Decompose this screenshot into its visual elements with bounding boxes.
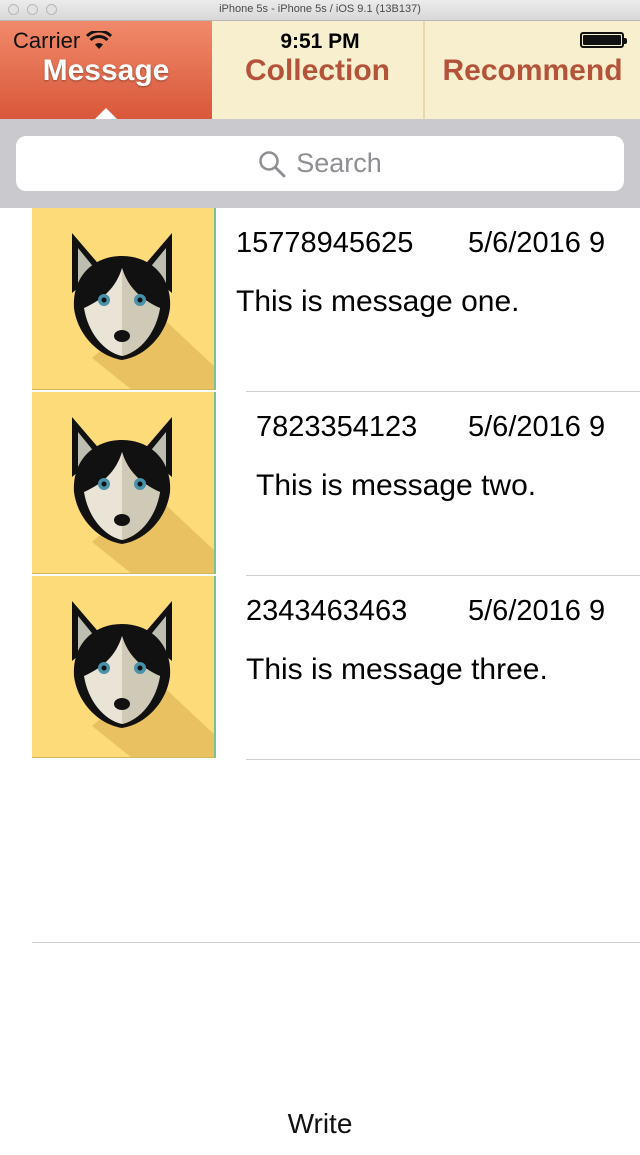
message-date: 5/6/2016 9 <box>468 595 606 627</box>
battery-level <box>583 35 621 45</box>
message-row[interactable]: 2343463463 5/6/2016 9 This is message th… <box>0 576 640 760</box>
row-divider <box>246 759 640 760</box>
search-placeholder: Search <box>296 148 382 178</box>
message-row[interactable]: 15778945625 5/6/2016 9 This is message o… <box>0 208 640 392</box>
window-title: iPhone 5s - iPhone 5s / iOS 9.1 (13B137) <box>219 3 421 15</box>
wifi-icon <box>86 31 113 49</box>
message-phone: 2343463463 <box>246 595 408 627</box>
avatar <box>32 208 216 390</box>
tab-message-label: Message <box>42 54 170 87</box>
message-date: 5/6/2016 9 <box>468 227 606 259</box>
carrier-label: Carrier <box>13 28 81 53</box>
status-carrier: Carrier <box>13 28 113 54</box>
search-icon <box>259 150 286 177</box>
husky-avatar-icon <box>72 417 214 573</box>
search-bar: Search <box>0 119 640 208</box>
husky-avatar-icon <box>72 233 214 389</box>
tab-collection[interactable]: Collection <box>212 21 425 119</box>
battery-cap <box>624 38 627 44</box>
message-date: 5/6/2016 9 <box>468 411 606 443</box>
tab-recommend-label: Recommend <box>442 54 623 87</box>
tab-collection-label: Collection <box>244 54 390 87</box>
message-row[interactable]: 7823354123 5/6/2016 9 This is message tw… <box>0 392 640 576</box>
battery-icon <box>580 32 627 48</box>
message-text: This is message one. <box>236 285 520 318</box>
search-input[interactable]: Search <box>16 136 624 191</box>
message-phone: 15778945625 <box>236 227 414 259</box>
husky-avatar-icon <box>72 601 214 757</box>
simulator-title-bar: iPhone 5s - iPhone 5s / iOS 9.1 (13B137) <box>0 0 640 21</box>
write-button[interactable]: Write <box>260 1108 380 1148</box>
empty-row-divider <box>32 942 640 943</box>
message-text: This is message two. <box>256 469 537 502</box>
message-text: This is message three. <box>246 653 548 686</box>
avatar <box>32 576 216 758</box>
message-phone: 7823354123 <box>256 411 418 443</box>
avatar <box>32 392 216 574</box>
